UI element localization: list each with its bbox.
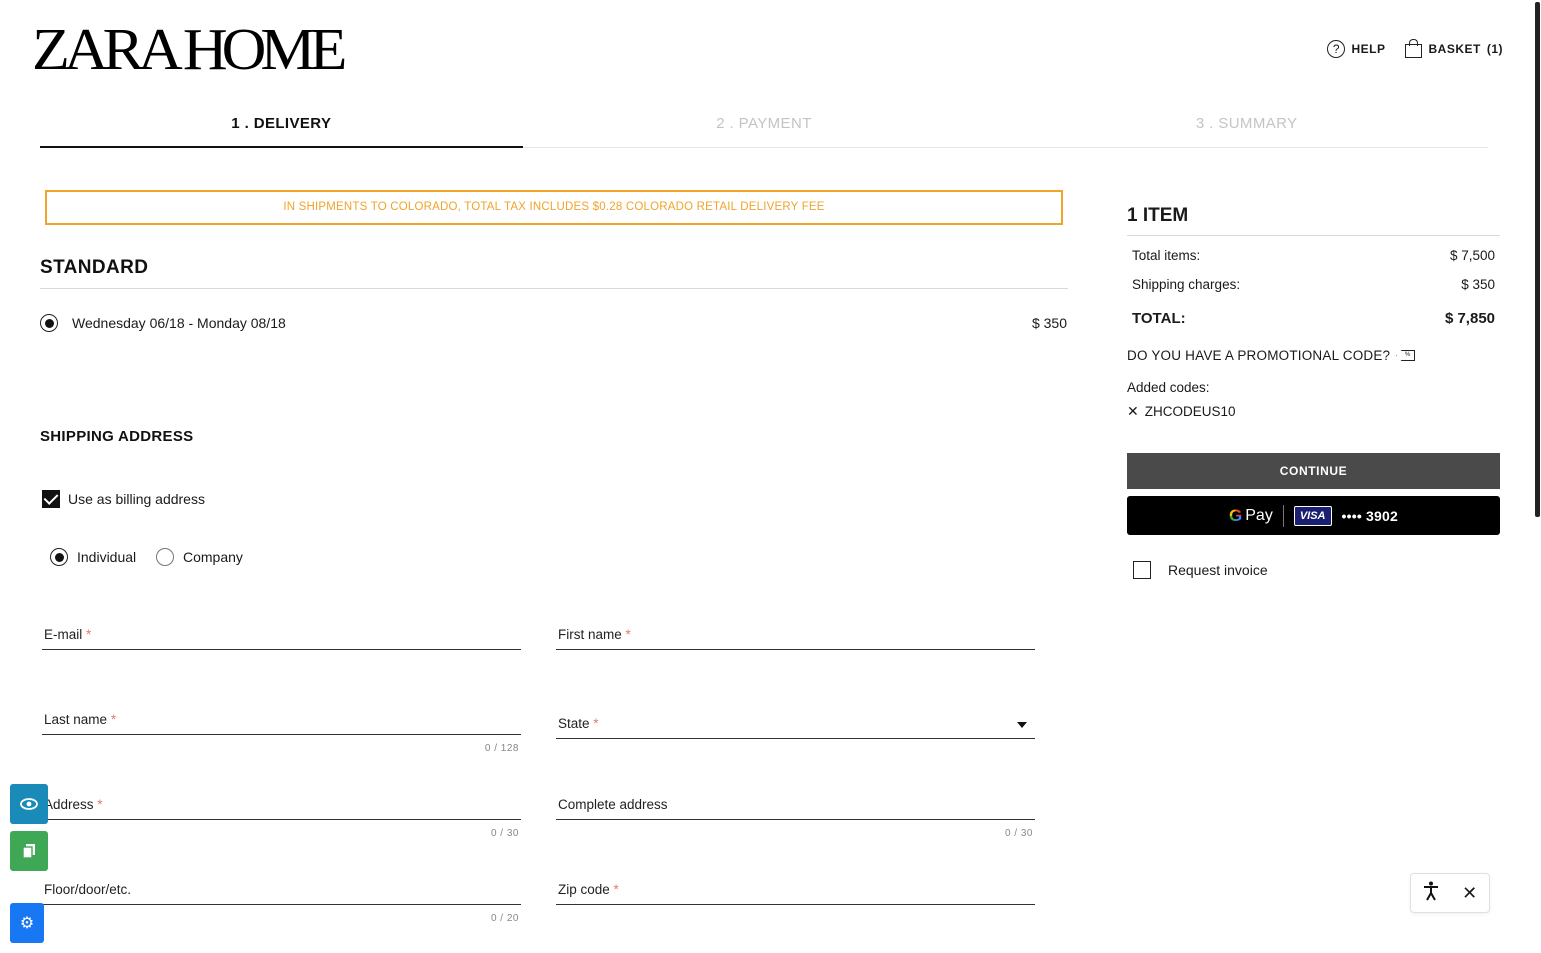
accessibility-widget: ✕: [1410, 873, 1490, 913]
floor-field[interactable]: Floor/door/etc. 0 / 20: [42, 879, 521, 924]
discount-tag-icon: %: [1396, 350, 1416, 361]
step-payment: 2 . PAYMENT: [716, 115, 812, 132]
divider: [1282, 504, 1284, 527]
shipping-charges-label: Shipping charges:: [1132, 277, 1241, 292]
address-counter: 0 / 30: [490, 828, 519, 839]
billing-checkbox[interactable]: [42, 490, 60, 508]
google-pay-logo: G Pay: [1229, 505, 1273, 525]
address-field[interactable]: Address * 0 / 30: [42, 794, 521, 839]
chevron-down-icon: [1017, 722, 1027, 728]
visa-card-icon: VISA: [1293, 505, 1332, 526]
basket-label: BASKET: [1428, 42, 1481, 56]
delivery-option[interactable]: Wednesday 06/18 - Monday 08/18: [40, 314, 286, 332]
divider: [40, 288, 1068, 289]
last-name-field[interactable]: Last name * 0 / 128: [42, 709, 521, 754]
shopping-bag-icon: [1405, 38, 1423, 58]
delivery-option-price: $ 350: [1031, 315, 1067, 331]
total-value: $ 7,850: [1444, 310, 1495, 327]
last-name-counter: 0 / 128: [484, 743, 519, 754]
step-delivery[interactable]: 1 . DELIVERY: [40, 110, 523, 148]
applied-code-value: ZHCODEUS10: [1144, 404, 1236, 419]
shipping-charges-row: Shipping charges: $ 350: [1127, 277, 1500, 292]
step-summary: 3 . SUMMARY: [1195, 115, 1298, 132]
copy-icon[interactable]: [10, 831, 48, 871]
email-label: E-mail *: [44, 627, 92, 642]
customer-type-company[interactable]: Company: [156, 548, 243, 566]
last-name-label: Last name *: [44, 712, 117, 727]
company-radio[interactable]: [156, 548, 174, 566]
total-row: TOTAL: $ 7,850: [1127, 310, 1500, 327]
eye-icon[interactable]: [10, 784, 48, 824]
delivery-option-radio[interactable]: [40, 314, 58, 332]
scrollbar[interactable]: [1533, 0, 1541, 953]
total-label: TOTAL:: [1132, 310, 1186, 327]
floor-label: Floor/door/etc.: [44, 882, 132, 897]
google-g-icon: G: [1229, 505, 1243, 525]
delivery-option-label: Wednesday 06/18 - Monday 08/18: [72, 315, 286, 331]
state-label: State *: [558, 716, 599, 731]
individual-label: Individual: [77, 549, 137, 565]
shipping-address-title: SHIPPING ADDRESS: [40, 428, 194, 445]
accessibility-icon[interactable]: [1423, 881, 1439, 906]
total-items-label: Total items:: [1132, 248, 1201, 263]
promo-code-toggle[interactable]: DO YOU HAVE A PROMOTIONAL CODE? %: [1127, 348, 1500, 363]
email-field[interactable]: E-mail *: [42, 624, 521, 650]
added-codes-label: Added codes:: [1127, 380, 1210, 395]
address-label: Address *: [44, 797, 103, 812]
summary-title: 1 ITEM: [1127, 205, 1500, 236]
checkout-steps: 1 . DELIVERY 2 . PAYMENT 3 . SUMMARY: [40, 110, 1488, 148]
order-summary: 1 ITEM Total items: $ 7,500 Shipping cha…: [1127, 205, 1500, 579]
delivery-method-title: STANDARD: [40, 257, 149, 278]
state-select[interactable]: State *: [556, 713, 1035, 739]
request-invoice-checkbox[interactable]: [1133, 561, 1151, 579]
individual-radio[interactable]: [50, 548, 68, 566]
company-label: Company: [183, 549, 243, 565]
billing-checkbox-label: Use as billing address: [68, 491, 205, 507]
applied-code: ✕ ZHCODEUS10: [1127, 403, 1500, 420]
card-number: •••• 3902: [1341, 507, 1398, 524]
promo-code-label: DO YOU HAVE A PROMOTIONAL CODE?: [1127, 348, 1391, 363]
complete-address-counter: 0 / 30: [1004, 828, 1033, 839]
customer-type-individual[interactable]: Individual: [50, 548, 136, 566]
complete-address-label: Complete address: [558, 797, 668, 812]
total-items-value: $ 7,500: [1449, 248, 1495, 263]
billing-checkbox-row[interactable]: Use as billing address: [42, 490, 205, 508]
help-label: HELP: [1351, 42, 1386, 56]
continue-button[interactable]: CONTINUE: [1127, 453, 1500, 489]
google-pay-button[interactable]: G Pay VISA •••• 3902: [1127, 496, 1500, 535]
total-items-row: Total items: $ 7,500: [1127, 248, 1500, 263]
basket-link[interactable]: BASKET (1): [1405, 38, 1503, 58]
zara-home-logo[interactable]: ZARA HOME: [32, 21, 347, 80]
colorado-fee-notice: IN SHIPMENTS TO COLORADO, TOTAL TAX INCL…: [45, 190, 1063, 225]
first-name-field[interactable]: First name *: [556, 624, 1035, 650]
zip-code-label: Zip code *: [558, 882, 619, 897]
help-icon: ?: [1327, 40, 1346, 58]
shipping-charges-value: $ 350: [1461, 277, 1495, 292]
basket-count: (1): [1486, 42, 1503, 56]
zip-code-field[interactable]: Zip code *: [556, 879, 1035, 905]
gear-icon[interactable]: ⚙: [10, 903, 44, 943]
request-invoice-label: Request invoice: [1168, 562, 1268, 578]
remove-code-icon[interactable]: ✕: [1127, 403, 1139, 420]
complete-address-field[interactable]: Complete address 0 / 30: [556, 794, 1035, 839]
request-invoice-row[interactable]: Request invoice: [1127, 561, 1500, 579]
floor-counter: 0 / 20: [490, 913, 519, 924]
first-name-label: First name *: [558, 627, 631, 642]
help-link[interactable]: ? HELP: [1327, 40, 1385, 58]
header-links: ? HELP BASKET (1): [1327, 38, 1503, 58]
scrollbar-thumb[interactable]: [1535, 2, 1540, 517]
close-icon[interactable]: ✕: [1462, 883, 1477, 904]
